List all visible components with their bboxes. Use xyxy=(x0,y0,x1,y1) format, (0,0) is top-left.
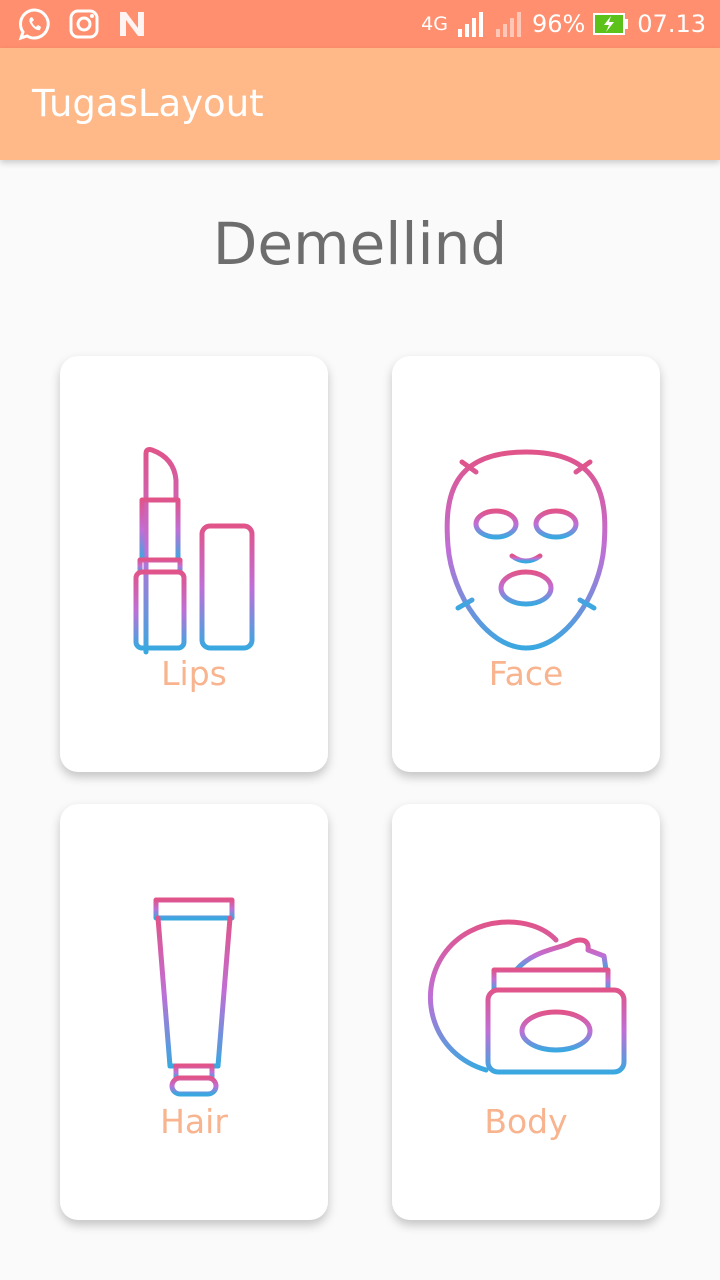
status-bar: 4G 96% 07.13 xyxy=(0,0,720,48)
category-label: Lips xyxy=(161,654,227,693)
battery-charging-icon xyxy=(593,13,629,35)
clock: 07.13 xyxy=(637,10,706,38)
lipstick-icon xyxy=(133,447,255,655)
category-label: Body xyxy=(484,1102,568,1141)
category-card-face[interactable]: Face xyxy=(392,356,660,772)
hair-tube-icon xyxy=(153,897,235,1097)
category-label: Face xyxy=(488,654,564,693)
app-bar: TugasLayout xyxy=(0,48,720,160)
n-app-icon xyxy=(120,12,144,36)
app-title: TugasLayout xyxy=(32,82,264,125)
signal-off-icon xyxy=(495,12,521,37)
body-cream-icon xyxy=(427,919,627,1075)
category-label: Hair xyxy=(160,1102,228,1141)
signal-icon xyxy=(457,12,483,37)
face-mask-icon xyxy=(444,449,608,651)
category-card-body[interactable]: Body xyxy=(392,804,660,1220)
brand-title: Demellind xyxy=(212,210,508,278)
category-card-lips[interactable]: Lips xyxy=(60,356,328,772)
instagram-icon xyxy=(69,9,99,39)
battery-percent: 96% xyxy=(531,10,586,38)
network-type: 4G xyxy=(421,13,448,35)
category-card-hair[interactable]: Hair xyxy=(60,804,328,1220)
whatsapp-icon xyxy=(18,8,50,41)
